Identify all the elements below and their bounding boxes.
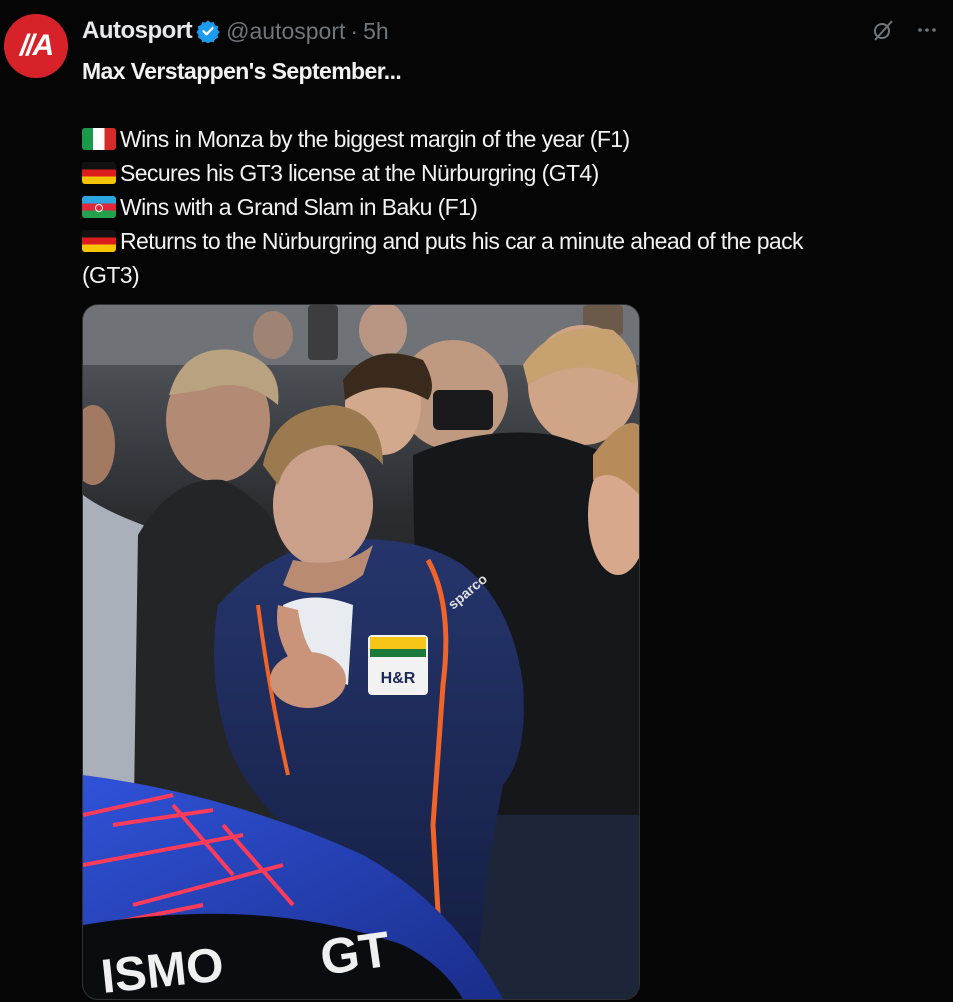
author-display-name[interactable]: Autosport bbox=[82, 16, 193, 46]
tweet-line-baku: Wins with a Grand Slam in Baku (F1) bbox=[82, 190, 942, 224]
grok-icon[interactable] bbox=[871, 18, 895, 47]
post-timestamp[interactable]: 5h bbox=[363, 16, 389, 46]
photo-illustration: H&R sparco ISMO GT bbox=[83, 305, 639, 999]
avatar[interactable]: //A bbox=[4, 14, 68, 78]
car-gt-logo-text: GT bbox=[317, 921, 394, 986]
suit-sponsor-text: H&R bbox=[381, 670, 416, 687]
tweet-line-gt3-license: Secures his GT3 license at the Nürburgri… bbox=[82, 156, 942, 190]
tweet-header: Autosport @autosport · 5h bbox=[82, 16, 389, 46]
azerbaijan-flag-icon bbox=[82, 196, 116, 218]
verified-badge-icon[interactable] bbox=[196, 19, 220, 44]
tweet-card[interactable]: //A Autosport @autosport · 5h Max Versta… bbox=[0, 0, 953, 1002]
tweet-line-nurburgring: Returns to the Nürburgring and puts his … bbox=[82, 224, 942, 258]
separator-dot: · bbox=[350, 18, 359, 44]
germany-flag-icon bbox=[82, 230, 116, 252]
more-options-icon[interactable] bbox=[915, 18, 939, 47]
tweet-line-continuation: (GT3) bbox=[82, 262, 140, 288]
autosport-logo: //A bbox=[19, 29, 54, 62]
tweet-headline: Max Verstappen's September... bbox=[82, 58, 402, 84]
tweet-photo[interactable]: H&R sparco ISMO GT bbox=[82, 304, 640, 1000]
author-handle[interactable]: @autosport bbox=[226, 16, 345, 46]
germany-flag-icon bbox=[82, 162, 116, 184]
tweet-actions-top bbox=[871, 18, 939, 47]
tweet-text: Max Verstappen's September... Wins in Mo… bbox=[82, 54, 942, 292]
italy-flag-icon bbox=[82, 128, 116, 150]
tweet-line-monza: Wins in Monza by the biggest margin of t… bbox=[82, 122, 942, 156]
